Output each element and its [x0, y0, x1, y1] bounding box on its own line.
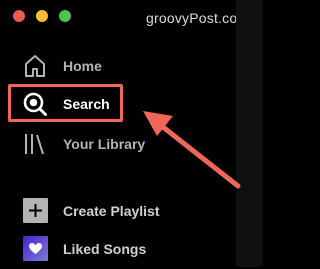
- home-icon: [22, 53, 48, 79]
- nav-item-home[interactable]: Home: [0, 46, 236, 86]
- create-playlist-button[interactable]: Create Playlist: [0, 190, 236, 230]
- nav-label-library: Your Library: [63, 136, 146, 152]
- plus-icon: [23, 198, 48, 223]
- library-icon: [22, 131, 48, 157]
- nav-item-library[interactable]: Your Library: [0, 124, 236, 164]
- scrollbar-track[interactable]: [236, 0, 263, 267]
- heart-icon: [23, 236, 48, 261]
- window-minimize-button[interactable]: [36, 10, 48, 22]
- liked-songs-button[interactable]: Liked Songs: [0, 229, 236, 269]
- nav-item-search[interactable]: Search: [0, 84, 236, 124]
- watermark: groovyPost.com: [146, 10, 250, 26]
- liked-songs-label: Liked Songs: [63, 241, 147, 257]
- window-maximize-button[interactable]: [59, 10, 71, 22]
- nav-label-home: Home: [63, 58, 102, 74]
- window-close-button[interactable]: [13, 10, 25, 22]
- search-icon: [22, 91, 48, 117]
- nav-label-search: Search: [63, 96, 110, 112]
- create-playlist-label: Create Playlist: [63, 203, 160, 219]
- sidebar: groovyPost.com Home Search Your Library …: [0, 0, 249, 269]
